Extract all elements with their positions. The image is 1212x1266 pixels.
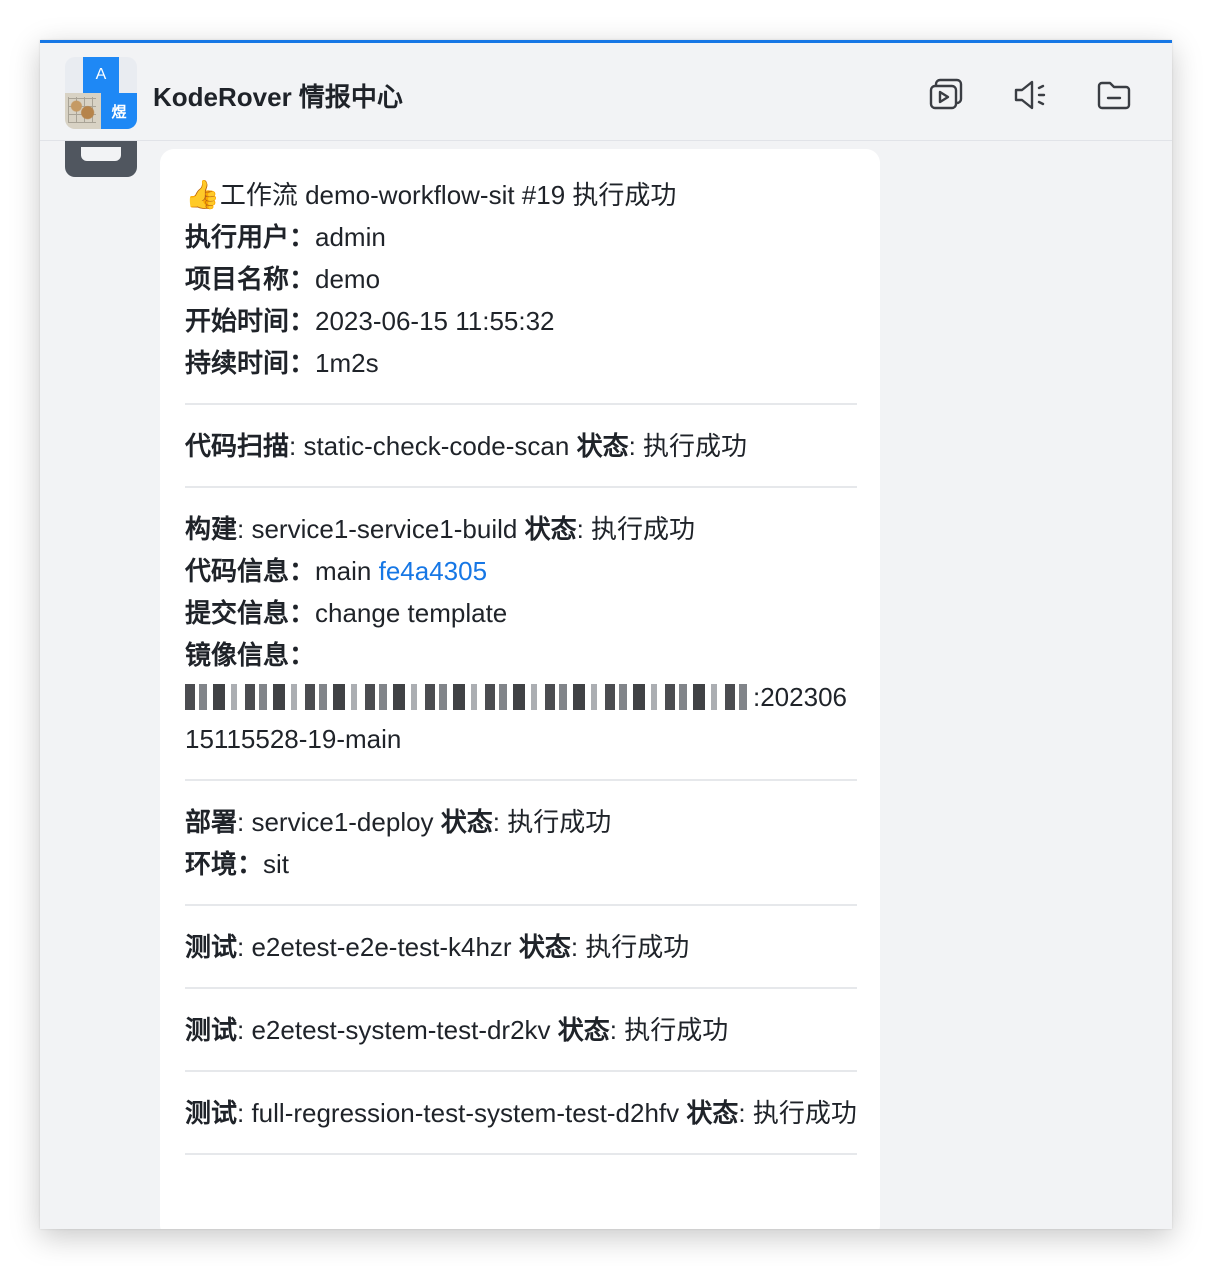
deploy-row: 部署: service1-deploy 状态: 执行成功 — [185, 801, 857, 843]
build-status-label: 状态 — [524, 514, 577, 544]
test-name: : e2etest-e2e-test-k4hzr — [237, 932, 519, 962]
project-value: demo — [315, 264, 381, 294]
branch-value: main — [315, 556, 379, 586]
commit-message-value: change template — [315, 598, 508, 628]
speaker-icon[interactable] — [1010, 75, 1050, 115]
start-time-row: 开始时间：2023-06-15 11:55:32 — [185, 300, 857, 342]
deploy-name: : service1-deploy — [237, 807, 441, 837]
env-row: 环境：sit — [185, 843, 857, 885]
test-row: 测试: e2etest-system-test-dr2kv 状态: 执行成功 — [185, 1009, 857, 1051]
logo-image-tile — [65, 93, 101, 129]
test-label: 测试 — [185, 1098, 238, 1128]
start-time-value: 2023-06-15 11:55:32 — [315, 306, 555, 336]
test-row: 测试: e2etest-e2e-test-k4hzr 状态: 执行成功 — [185, 926, 857, 968]
image-value-row: :20230615115528-19-main — [185, 676, 857, 760]
code-info-row: 代码信息：main fe4a4305 — [185, 550, 857, 592]
test-status-label: 状态 — [686, 1098, 739, 1128]
scan-label: 代码扫描 — [185, 431, 290, 461]
build-name: : service1-service1-build — [237, 514, 525, 544]
env-label: 环境： — [185, 849, 264, 879]
message-title: 工作流 demo-workflow-sit #19 执行成功 — [219, 180, 677, 210]
scan-status: : 执行成功 — [628, 431, 748, 461]
test-name: : e2etest-system-test-dr2kv — [237, 1015, 558, 1045]
chat-title: KodeRover 情报中心 — [153, 82, 403, 112]
app-logo[interactable]: A 煜 — [65, 57, 137, 129]
test-label: 测试 — [185, 1015, 238, 1045]
duration-value: 1m2s — [315, 348, 379, 378]
divider — [185, 1153, 857, 1155]
commit-link[interactable]: fe4a4305 — [379, 556, 487, 586]
thumbs-up-icon: 👍 — [185, 179, 220, 210]
scan-row: 代码扫描: static-check-code-scan 状态: 执行成功 — [185, 425, 857, 467]
test-row: 测试: full-regression-test-system-test-d2h… — [185, 1092, 857, 1134]
chat-header: A 煜 KodeRover 情报中心 — [40, 43, 1172, 141]
image-info-label: 镜像信息： — [185, 640, 316, 670]
divider — [185, 403, 857, 405]
duration-label: 持续时间： — [185, 348, 316, 378]
test-status: : 执行成功 — [738, 1098, 857, 1128]
test-status: : 执行成功 — [609, 1015, 729, 1045]
executor-row: 执行用户：admin — [185, 216, 857, 258]
divider — [185, 904, 857, 906]
env-value: sit — [263, 849, 290, 879]
build-row: 构建: service1-service1-build 状态: 执行成功 — [185, 508, 857, 550]
video-playlist-icon[interactable] — [926, 75, 966, 115]
start-time-label: 开始时间： — [185, 306, 316, 336]
scan-status-label: 状态 — [576, 431, 629, 461]
redacted-image-path — [185, 684, 753, 710]
executor-label: 执行用户： — [185, 222, 316, 252]
commit-message-row: 提交信息：change template — [185, 592, 857, 634]
test-status-label: 状态 — [557, 1015, 610, 1045]
test-status: : 执行成功 — [570, 932, 690, 962]
executor-value: admin — [315, 222, 386, 252]
divider — [185, 486, 857, 488]
code-info-label: 代码信息： — [185, 556, 316, 586]
duration-row: 持续时间：1m2s — [185, 342, 857, 384]
chat-window: A 煜 KodeRover 情报中心 👍工作流 demo-workflow-si… — [40, 40, 1172, 1229]
message-title-row: 👍工作流 demo-workflow-sit #19 执行成功 — [185, 174, 857, 216]
divider — [185, 779, 857, 781]
divider — [185, 1070, 857, 1072]
commit-message-label: 提交信息： — [185, 598, 316, 628]
project-row: 项目名称：demo — [185, 258, 857, 300]
logo-tile-a: A — [83, 57, 119, 93]
scan-name: : static-check-code-scan — [289, 431, 577, 461]
deploy-status-label: 状态 — [440, 807, 493, 837]
build-label: 构建 — [185, 514, 238, 544]
test-status-label: 状态 — [518, 932, 571, 962]
test-label: 测试 — [185, 932, 238, 962]
folder-icon[interactable] — [1094, 75, 1134, 115]
logo-tile-b: 煜 — [101, 93, 137, 129]
project-label: 项目名称： — [185, 264, 316, 294]
divider — [185, 987, 857, 989]
deploy-label: 部署 — [185, 807, 238, 837]
deploy-status: : 执行成功 — [492, 807, 612, 837]
build-status: : 执行成功 — [576, 514, 696, 544]
test-name: : full-regression-test-system-test-d2hfv — [237, 1098, 687, 1128]
message-card: 👍工作流 demo-workflow-sit #19 执行成功 执行用户：adm… — [160, 149, 880, 1229]
image-info-row: 镜像信息： — [185, 634, 857, 676]
